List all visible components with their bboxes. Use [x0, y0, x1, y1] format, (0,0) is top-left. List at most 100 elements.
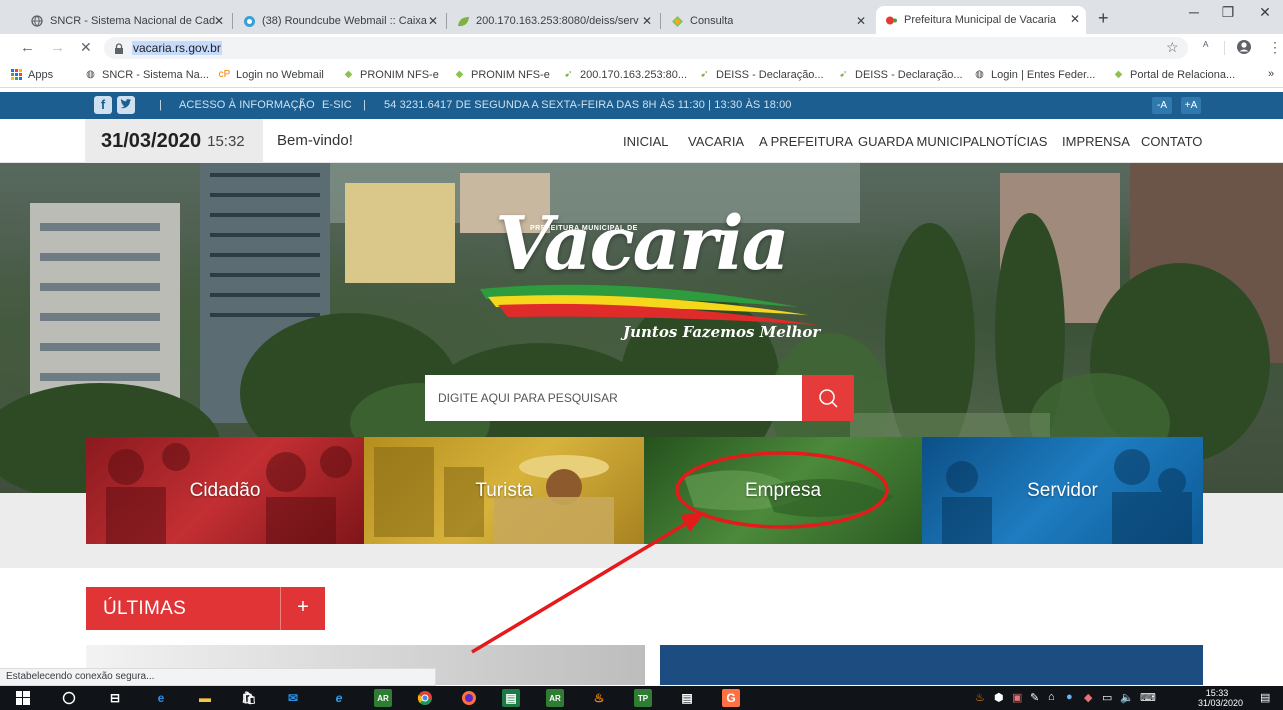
twitter-icon[interactable]	[117, 96, 135, 114]
nav-a-prefeitura[interactable]: A PREFEITURA	[759, 134, 853, 149]
close-tab-icon[interactable]: ✕	[642, 14, 652, 28]
windows-taskbar: ⊟ e ▬ 🛍 ✉ e AR ▤ AR ♨ TP ▤ G ♨ ⬢ ▣ ✎ ⌂ ●…	[0, 686, 1283, 710]
globe-icon	[30, 14, 44, 28]
tray-chat-icon[interactable]: ●	[1066, 691, 1073, 703]
taskbar-clock[interactable]: 15:33 31/03/2020	[1198, 688, 1243, 708]
tab-separator	[660, 13, 661, 29]
bookmark-login-entes[interactable]: ◍ Login | Entes Feder...	[973, 68, 1095, 81]
tray-volume-icon[interactable]: 🔈	[1120, 691, 1134, 704]
bookmark-portal[interactable]: ◆ Portal de Relaciona...	[1112, 68, 1236, 81]
toolbar-divider	[1224, 41, 1225, 55]
site-navigation: 31/03/2020 15:32 Bem-vindo! INICIAL VACA…	[0, 119, 1283, 163]
document-icon[interactable]: ▤	[678, 689, 696, 707]
tray-usb-icon[interactable]: ⌂	[1048, 691, 1055, 703]
chrome-icon[interactable]	[416, 689, 434, 707]
bookmark-star-icon[interactable]: ☆	[1166, 39, 1179, 56]
diamond-icon: ◆	[455, 69, 464, 80]
firefox-icon[interactable]	[460, 689, 478, 707]
tile-turista[interactable]: Turista	[364, 437, 644, 544]
tile-label: Empresa	[744, 479, 822, 501]
tab-separator	[232, 13, 233, 29]
nav-noticias[interactable]: NOTÍCIAS	[986, 134, 1047, 149]
search-circle-icon[interactable]	[60, 689, 78, 707]
address-bar[interactable]: vacaria.rs.gov.br	[104, 37, 1188, 59]
nav-vacaria[interactable]: VACARIA	[688, 134, 744, 149]
bookmark-webmail[interactable]: cP Login no Webmail	[218, 68, 324, 81]
tray-keyboard-icon[interactable]: ⌨	[1140, 691, 1156, 704]
separator: |	[299, 99, 302, 111]
ar-app-2-icon[interactable]: AR	[546, 689, 564, 707]
mail-icon[interactable]: ✉	[284, 689, 302, 707]
acesso-informacao-link[interactable]: ACESSO À INFORMAÇÃO	[179, 99, 315, 111]
tile-label: Cidadão	[189, 479, 261, 501]
tile-label: Servidor	[1027, 479, 1098, 501]
stop-loading-icon[interactable]: ✕	[80, 39, 92, 56]
tray-flame-icon[interactable]: ♨	[975, 691, 985, 704]
tile-servidor[interactable]: Servidor	[922, 437, 1203, 544]
latest-news-title[interactable]: ÚLTIMAS NOTÍCIAS	[86, 587, 280, 662]
nav-guarda-municipal[interactable]: GUARDA MUNICIPAL	[858, 134, 986, 149]
task-view-icon[interactable]: ⊟	[106, 689, 124, 707]
bookmark-pronim-1[interactable]: ◆ PRONIM NFS-e	[342, 68, 439, 81]
diamond-icon: ◆	[344, 69, 353, 80]
news-thumbnail-2[interactable]	[660, 645, 1203, 685]
tab-consulta[interactable]: Consulta ✕	[662, 8, 872, 34]
esic-link[interactable]: E-SIC	[322, 99, 352, 111]
tp-app-icon[interactable]: TP	[634, 689, 652, 707]
ar-app-icon[interactable]: AR	[374, 689, 392, 707]
nav-contato[interactable]: CONTATO	[1141, 134, 1202, 149]
search-input[interactable]: DIGITE AQUI PARA PESQUISAR	[425, 375, 802, 421]
windows-start-icon[interactable]	[14, 689, 32, 707]
tab-roundcube[interactable]: (38) Roundcube Webmail :: Caixa ✕	[234, 8, 444, 34]
new-tab-button[interactable]: +	[1098, 8, 1109, 29]
tile-empresa[interactable]: Empresa	[644, 437, 922, 544]
close-tab-icon[interactable]: ✕	[214, 14, 224, 28]
back-arrow-icon[interactable]: ←	[20, 39, 35, 56]
spreadsheet-icon[interactable]: ▤	[502, 689, 520, 707]
tile-cidadao[interactable]: Cidadão	[86, 437, 364, 544]
forward-arrow-icon[interactable]: →	[50, 39, 65, 56]
close-tab-icon[interactable]: ✕	[428, 14, 438, 28]
tab-prefeitura-active[interactable]: Prefeitura Municipal de Vacaria ✕	[876, 6, 1086, 34]
internet-explorer-icon[interactable]: e	[330, 689, 348, 707]
search-button[interactable]	[802, 375, 854, 421]
tray-pen-icon[interactable]: ✎	[1030, 691, 1039, 704]
menu-kebab-icon[interactable]: ⋮	[1268, 39, 1282, 56]
store-icon[interactable]: 🛍	[240, 689, 258, 707]
window-close-icon[interactable]: ✕	[1245, 4, 1283, 21]
edge-icon[interactable]: e	[152, 689, 170, 707]
url-text[interactable]: vacaria.rs.gov.br	[132, 41, 222, 55]
notification-icon[interactable]: ▤	[1260, 691, 1270, 704]
bookmark-deiss-ip[interactable]: ➹ 200.170.163.253:80...	[562, 68, 687, 81]
font-decrease-button[interactable]: -A	[1152, 97, 1172, 114]
restore-icon[interactable]: ❐	[1208, 4, 1248, 21]
close-tab-icon[interactable]: ✕	[856, 14, 866, 28]
tray-app-icon[interactable]: ▣	[1012, 691, 1022, 704]
latest-news-more-button[interactable]: +	[280, 587, 325, 630]
orange-app-icon[interactable]: G	[722, 689, 740, 707]
more-bookmarks-button[interactable]: »	[1268, 68, 1274, 80]
bookmark-deiss-2[interactable]: ➹ DEISS - Declaração...	[837, 68, 962, 81]
bookmarks-bar: Apps ◍ SNCR - Sistema Na... cP Login no …	[0, 62, 1283, 88]
bookmark-deiss-1[interactable]: ➹ DEISS - Declaração...	[698, 68, 823, 81]
tab-sncr[interactable]: SNCR - Sistema Nacional de Cad ✕	[22, 8, 230, 34]
diamond-icon	[670, 14, 684, 28]
close-tab-icon[interactable]: ✕	[1070, 12, 1080, 26]
bookmark-label: 200.170.163.253:80...	[580, 68, 688, 81]
tray-network-app-icon[interactable]: ⬢	[994, 691, 1004, 704]
bookmark-sncr[interactable]: ◍ SNCR - Sistema Na...	[84, 68, 209, 81]
bookmark-label: Login | Entes Feder...	[991, 68, 1096, 81]
translate-icon[interactable]: ᴬ	[1203, 39, 1208, 53]
font-increase-button[interactable]: +A	[1181, 97, 1201, 114]
tab-deiss[interactable]: 200.170.163.253:8080/deiss/serv ✕	[448, 8, 658, 34]
nav-imprensa[interactable]: IMPRENSA	[1062, 134, 1130, 149]
tray-shield-icon[interactable]: ◆	[1084, 691, 1092, 704]
flame-app-icon[interactable]: ♨	[590, 689, 608, 707]
tray-network-icon[interactable]: ▭	[1102, 691, 1112, 704]
facebook-icon[interactable]: f	[94, 96, 112, 114]
nav-inicial[interactable]: INICIAL	[623, 134, 669, 149]
bookmark-apps[interactable]: Apps	[10, 68, 53, 81]
bookmark-pronim-2[interactable]: ◆ PRONIM NFS-e	[453, 68, 550, 81]
profile-icon[interactable]	[1236, 39, 1252, 55]
file-explorer-icon[interactable]: ▬	[196, 689, 214, 707]
